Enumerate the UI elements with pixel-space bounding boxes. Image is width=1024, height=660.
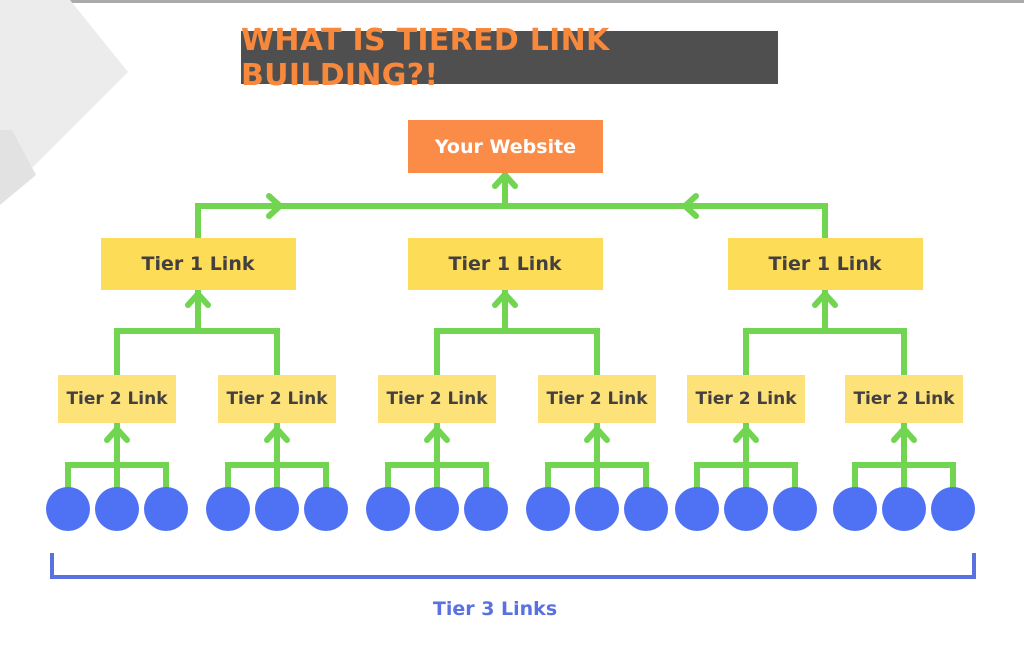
tier3-link-node [206, 487, 250, 531]
tier3-link-node [575, 487, 619, 531]
tier3-links-label: Tier 3 Links [432, 598, 558, 620]
tier2-node-label: Tier 2 Link [226, 389, 328, 409]
tier3-link-node [833, 487, 877, 531]
tier3-link-node [415, 487, 459, 531]
tier3-link-node [46, 487, 90, 531]
tier2-node: Tier 2 Link [687, 375, 805, 423]
tier3-link-node [526, 487, 570, 531]
tier2-node: Tier 2 Link [845, 375, 963, 423]
tier2-node-label: Tier 2 Link [386, 389, 488, 409]
tier3-link-node [773, 487, 817, 531]
website-label: Your Website [434, 135, 577, 158]
tier3-link-node [675, 487, 719, 531]
tier3-link-node [366, 487, 410, 531]
tier2-node-label: Tier 2 Link [695, 389, 797, 409]
tier1-node-label: Tier 1 Link [141, 253, 255, 275]
tier2-node: Tier 2 Link [538, 375, 656, 423]
tier3-link-node [144, 487, 188, 531]
tier1-node: Tier 1 Link [407, 238, 603, 290]
tier3-link-node [624, 487, 668, 531]
tier1-node: Tier 1 Link [727, 238, 923, 290]
tier2-node: Tier 2 Link [218, 375, 336, 423]
tier2-node-label: Tier 2 Link [853, 389, 955, 409]
tier1-node: Tier 1 Link [100, 238, 296, 290]
tier3-link-node [931, 487, 975, 531]
tier2-node: Tier 2 Link [58, 375, 176, 423]
tier2-node-label: Tier 2 Link [66, 389, 168, 409]
tier2-node-label: Tier 2 Link [546, 389, 648, 409]
tier3-link-node [464, 487, 508, 531]
tier1-node-label: Tier 1 Link [448, 253, 562, 275]
tier3-link-node [304, 487, 348, 531]
tier3-link-node [255, 487, 299, 531]
tier2-node: Tier 2 Link [378, 375, 496, 423]
tier3-link-node [882, 487, 926, 531]
tier3-link-node [95, 487, 139, 531]
tier1-node-label: Tier 1 Link [768, 253, 882, 275]
website-node: Your Website [408, 120, 603, 173]
tier3-link-node [724, 487, 768, 531]
tier3-bracket [50, 553, 976, 579]
tier-diagram [46, 172, 976, 579]
